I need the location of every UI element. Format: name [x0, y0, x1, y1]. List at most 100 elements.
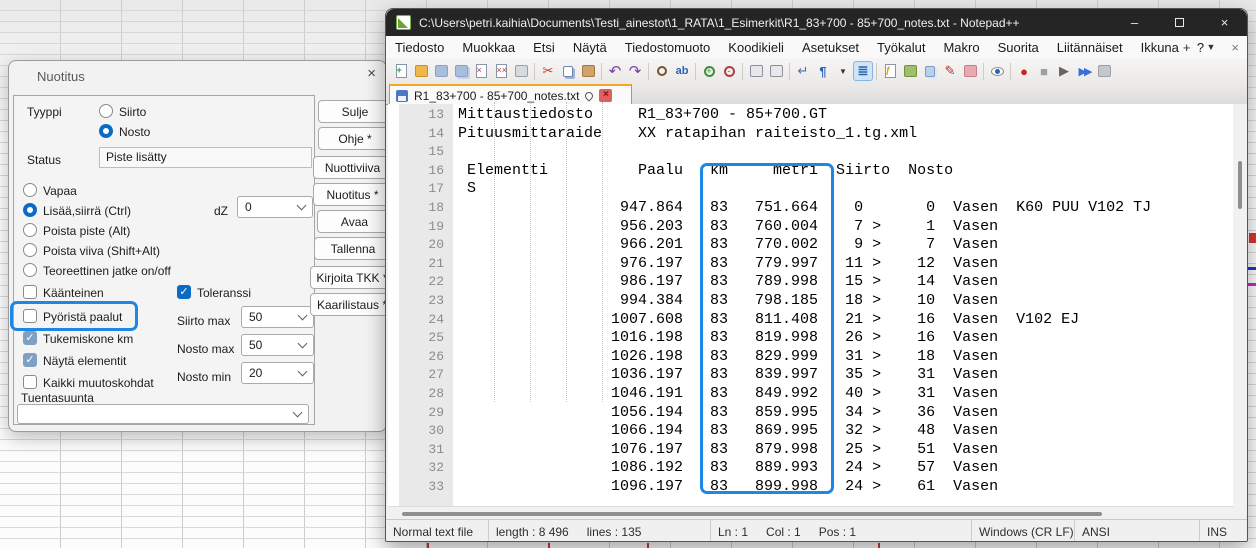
paste-icon[interactable] — [578, 61, 598, 81]
print-icon[interactable] — [511, 61, 531, 81]
new-tab-plus-icon[interactable]: + — [1183, 40, 1191, 55]
radio-nosto-label[interactable]: Nosto — [119, 125, 150, 139]
horizontal-scrollbar[interactable] — [388, 506, 1233, 519]
document-list-icon[interactable]: ✎ — [940, 61, 960, 81]
undo-icon[interactable]: ↶ — [605, 61, 625, 81]
chevron-down-icon — [293, 407, 303, 417]
minimize-button[interactable]: – — [1112, 9, 1157, 36]
cut-icon[interactable]: ✂ — [538, 61, 558, 81]
checkbox-kaikki-muutoskohdat-label[interactable]: Kaikki muutoskohdat — [43, 376, 154, 390]
checkbox-kaanteinen[interactable] — [23, 285, 37, 299]
copy-icon[interactable] — [558, 61, 578, 81]
horizontal-scrollbar-thumb[interactable] — [402, 512, 1102, 516]
radio-siirto-label[interactable]: Siirto — [119, 105, 146, 119]
save-all-icon[interactable] — [451, 61, 471, 81]
avaa-button[interactable]: Avaa — [317, 210, 392, 233]
checkbox-nayta-elementit[interactable]: ✓ — [23, 353, 37, 367]
checkbox-nayta-elementit-label[interactable]: Näytä elementit — [43, 354, 126, 368]
radio-poista-piste-label[interactable]: Poista piste (Alt) — [43, 224, 130, 238]
radio-siirto[interactable] — [99, 104, 113, 118]
menu-ikkuna[interactable]: Ikkuna — [1132, 40, 1188, 55]
radio-vapaa[interactable] — [23, 183, 37, 197]
maximize-button[interactable] — [1157, 9, 1202, 36]
indent-guide-icon[interactable]: ≣ — [853, 61, 873, 81]
status-ins[interactable]: INS — [1207, 525, 1227, 539]
nosto-max-combo[interactable]: 50 — [241, 334, 314, 356]
nosto-min-combo[interactable]: 20 — [241, 362, 314, 384]
radio-teoreettinen[interactable] — [23, 263, 37, 277]
close-button[interactable]: × — [1202, 9, 1247, 36]
vertical-scrollbar-thumb[interactable] — [1238, 161, 1242, 209]
menu-liitannaiset[interactable]: Liitännäiset — [1048, 40, 1132, 55]
sulje-button[interactable]: Sulje — [318, 100, 392, 123]
zoom-in-icon[interactable]: + — [699, 61, 719, 81]
dz-combo[interactable]: 0 — [237, 196, 313, 218]
macro-play-icon[interactable]: ▶ — [1054, 61, 1074, 81]
close-file-icon[interactable]: × — [471, 61, 491, 81]
monitoring-eye-icon[interactable] — [987, 61, 1007, 81]
dropdown-caret-icon[interactable]: ▼ — [833, 61, 853, 81]
radio-poista-viiva-label[interactable]: Poista viiva (Shift+Alt) — [43, 244, 160, 258]
tab-list-arrow-icon[interactable]: ▼ — [1206, 42, 1215, 52]
redo-icon[interactable]: ↷ — [625, 61, 645, 81]
menu-muokkaa[interactable]: Muokkaa — [453, 40, 524, 55]
kaarilistaus-button[interactable]: Kaarilistaus * — [310, 293, 394, 316]
ohje-button[interactable]: Ohje * — [318, 127, 392, 150]
radio-poista-piste[interactable] — [23, 223, 37, 237]
radio-teoreettinen-label[interactable]: Teoreettinen jatke on/off — [43, 264, 171, 278]
folder-as-workspace-icon[interactable] — [900, 61, 920, 81]
menu-koodikieli[interactable]: Koodikieli — [719, 40, 793, 55]
menu-tiedostomuoto[interactable]: Tiedostomuoto — [616, 40, 720, 55]
macro-stop-icon[interactable]: ■ — [1034, 61, 1054, 81]
macro-record-icon[interactable]: ● — [1014, 61, 1034, 81]
nuotitus-button[interactable]: Nuotitus * — [313, 183, 392, 206]
pin-icon[interactable] — [584, 90, 595, 101]
checkbox-tukemiskone-km[interactable]: ✓ — [23, 331, 37, 345]
menu-tyokalut[interactable]: Työkalut — [868, 40, 934, 55]
menu-etsi[interactable]: Etsi — [524, 40, 564, 55]
radio-lisaa-siirra[interactable] — [23, 203, 37, 217]
checkbox-kaanteinen-label[interactable]: Käänteinen — [43, 286, 104, 300]
sync-vertical-icon[interactable] — [746, 61, 766, 81]
vertical-scrollbar[interactable] — [1233, 104, 1247, 506]
word-wrap-icon[interactable]: ↵ — [793, 61, 813, 81]
menu-tiedosto[interactable]: Tiedosto — [386, 40, 453, 55]
sync-horizontal-icon[interactable] — [766, 61, 786, 81]
function-list-icon[interactable]: ƒ — [880, 61, 900, 81]
menu-makro[interactable]: Makro — [934, 40, 988, 55]
siirto-max-combo[interactable]: 50 — [241, 306, 314, 328]
tab-close-icon[interactable]: × — [599, 89, 612, 102]
replace-icon[interactable]: ab — [672, 61, 692, 81]
close-all-icon[interactable]: ×× — [491, 61, 511, 81]
find-icon[interactable] — [652, 61, 672, 81]
show-symbols-icon[interactable]: ¶ — [813, 61, 833, 81]
nuottiviiva-button[interactable]: Nuottiviiva — [313, 156, 392, 179]
menu-suorita[interactable]: Suorita — [989, 40, 1048, 55]
tuentasuunta-combo[interactable] — [17, 404, 309, 424]
dialog-close-icon[interactable]: × — [367, 65, 376, 82]
open-file-icon[interactable] — [411, 61, 431, 81]
tallenna-button[interactable]: Tallenna — [314, 237, 392, 260]
menu-nayta[interactable]: Näytä — [564, 40, 616, 55]
checkbox-toleranssi-label[interactable]: Toleranssi — [197, 286, 251, 300]
new-file-icon[interactable]: + — [391, 61, 411, 81]
radio-nosto[interactable] — [99, 124, 113, 138]
checkbox-toleranssi[interactable]: ✓ — [177, 285, 191, 299]
tab-active[interactable]: R1_83+700 - 85+700_notes.txt × — [389, 84, 632, 105]
status-eol[interactable]: Windows (CR LF) — [979, 525, 1074, 539]
save-icon[interactable] — [431, 61, 451, 81]
close-tab-icon[interactable]: × — [1231, 40, 1239, 55]
radio-vapaa-label[interactable]: Vapaa — [43, 184, 77, 198]
menu-asetukset[interactable]: Asetukset — [793, 40, 868, 55]
radio-lisaa-siirra-label[interactable]: Lisää,siirrä (Ctrl) — [43, 204, 131, 218]
status-encoding[interactable]: ANSI — [1082, 525, 1110, 539]
macro-save-icon[interactable] — [1094, 61, 1114, 81]
macro-run-multiple-icon[interactable]: ▶▶ — [1074, 61, 1094, 81]
kirjoita-tkk-button[interactable]: Kirjoita TKK * — [310, 266, 394, 289]
checkbox-kaikki-muutoskohdat[interactable] — [23, 375, 37, 389]
zoom-out-icon[interactable]: - — [719, 61, 739, 81]
document-map-icon[interactable] — [920, 61, 940, 81]
radio-poista-viiva[interactable] — [23, 243, 37, 257]
project-panel-icon[interactable] — [960, 61, 980, 81]
checkbox-tukemiskone-km-label[interactable]: Tukemiskone km — [43, 332, 133, 346]
